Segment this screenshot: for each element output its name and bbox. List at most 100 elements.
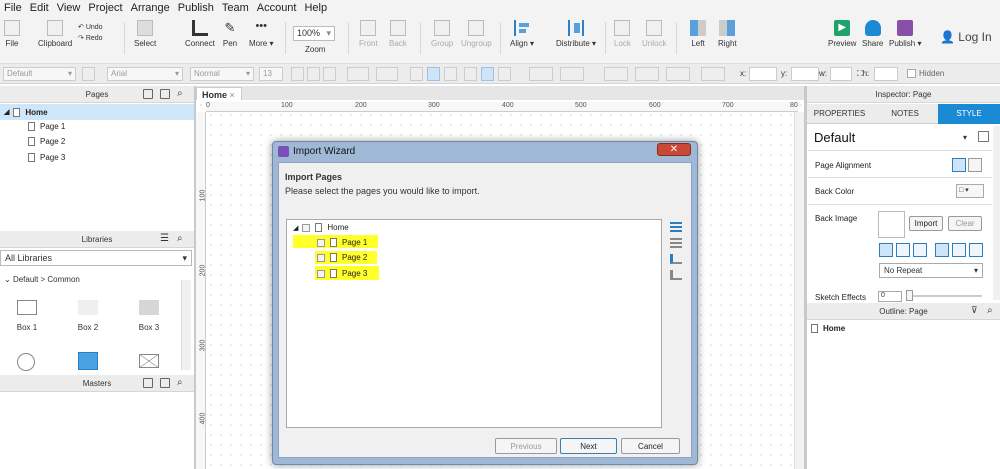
size-select[interactable]: 13: [259, 67, 283, 81]
align-left-page-button[interactable]: [952, 158, 966, 172]
lock-button[interactable]: Lock: [614, 20, 631, 48]
page-3-checkbox[interactable]: [317, 269, 325, 278]
preview-button[interactable]: ▶ Preview: [828, 20, 856, 48]
valign-bottom-button[interactable]: [498, 67, 511, 81]
import-item-page-3[interactable]: Page 3: [317, 269, 367, 278]
dialog-close-button[interactable]: ✕: [657, 143, 691, 156]
add-folder-icon[interactable]: [160, 378, 170, 388]
left-button[interactable]: Left: [690, 20, 706, 48]
box-1-thumbnail[interactable]: [17, 300, 37, 315]
collapse-icon[interactable]: ◢: [4, 108, 9, 116]
style-dropdown-icon[interactable]: ▾: [963, 133, 967, 142]
outline-item-home[interactable]: Home: [811, 324, 845, 333]
box-3-thumbnail[interactable]: [139, 300, 159, 315]
italic-button[interactable]: [307, 67, 320, 81]
ungroup-button[interactable]: Ungroup: [461, 20, 492, 48]
font-color-button[interactable]: [347, 67, 369, 81]
line-style-button[interactable]: [666, 67, 690, 81]
tab-notes[interactable]: NOTES: [872, 104, 938, 124]
style-edit-icon[interactable]: [82, 67, 95, 81]
tab-properties[interactable]: PROPERTIES: [807, 104, 872, 124]
back-button[interactable]: Back: [389, 20, 407, 48]
library-select[interactable]: All Libraries ▾: [0, 250, 192, 266]
group-button[interactable]: Group: [431, 20, 453, 48]
right-button[interactable]: Right: [718, 20, 737, 48]
menu-project[interactable]: Project: [84, 2, 126, 14]
menu-publish[interactable]: Publish: [174, 2, 218, 14]
file-button[interactable]: File: [4, 20, 20, 48]
menu-edit[interactable]: Edit: [26, 2, 53, 14]
page-item-page-1[interactable]: Page 1: [28, 122, 65, 131]
select-all-icon[interactable]: [670, 222, 682, 232]
zoom-select[interactable]: 100% ▾: [293, 26, 335, 41]
next-button[interactable]: Next: [560, 438, 617, 454]
image-align-right[interactable]: [913, 243, 927, 257]
library-group[interactable]: ⌄ Default > Common: [4, 275, 80, 284]
home-checkbox[interactable]: [302, 223, 311, 232]
publish-button[interactable]: Publish ▾: [889, 20, 921, 48]
hidden-checkbox[interactable]: [907, 69, 916, 78]
libraries-scrollbar[interactable]: [181, 280, 191, 370]
redo-button[interactable]: ↷ Redo: [78, 33, 103, 44]
login-button[interactable]: 👤 Log In: [940, 30, 992, 44]
image-align-left[interactable]: [879, 243, 893, 257]
bullets-button[interactable]: [376, 67, 398, 81]
align-right-button[interactable]: [444, 67, 457, 81]
connect-button[interactable]: Connect: [185, 20, 215, 48]
front-button[interactable]: Front: [359, 20, 378, 48]
import-image-button[interactable]: Import: [909, 216, 943, 231]
align-center-button[interactable]: [427, 67, 440, 81]
menu-arrange[interactable]: Arrange: [127, 2, 174, 14]
page-item-home[interactable]: ◢ Home: [0, 104, 194, 120]
clipboard-button[interactable]: Clipboard: [38, 20, 72, 48]
share-button[interactable]: Share: [862, 20, 883, 48]
edit-style-icon[interactable]: [978, 131, 989, 142]
deselect-all-icon[interactable]: [670, 238, 682, 248]
select-button[interactable]: Select: [134, 20, 156, 48]
image-align-center[interactable]: [896, 243, 910, 257]
cancel-button[interactable]: Cancel: [621, 438, 680, 454]
select-children-icon[interactable]: [670, 254, 682, 264]
w-input[interactable]: [830, 67, 852, 81]
unlock-button[interactable]: Unlock: [642, 20, 666, 48]
box-2-thumbnail[interactable]: [78, 300, 98, 315]
menu-account[interactable]: Account: [253, 2, 301, 14]
valign-top-button[interactable]: [464, 67, 477, 81]
menu-icon[interactable]: ☰: [160, 233, 169, 244]
close-icon[interactable]: ×: [230, 90, 235, 100]
search-icon[interactable]: ⌕: [987, 305, 993, 316]
pen-button[interactable]: ✎ Pen: [222, 20, 238, 48]
y-input[interactable]: [791, 67, 819, 81]
import-item-page-1[interactable]: Page 1: [317, 238, 367, 247]
align-center-page-button[interactable]: [968, 158, 982, 172]
align-left-button[interactable]: [410, 67, 423, 81]
valign-middle-button[interactable]: [481, 67, 494, 81]
menu-file[interactable]: File: [0, 2, 26, 14]
page-item-page-2[interactable]: Page 2: [28, 137, 65, 146]
image-valign-middle[interactable]: [952, 243, 966, 257]
add-folder-icon[interactable]: [160, 89, 170, 99]
add-master-icon[interactable]: [143, 378, 153, 388]
collapse-icon[interactable]: ◢: [293, 224, 298, 232]
x-input[interactable]: [749, 67, 777, 81]
inspector-scrollbar[interactable]: [993, 126, 1000, 300]
fill-color-button[interactable]: [529, 67, 553, 81]
deselect-children-icon[interactable]: [670, 270, 682, 280]
font-select[interactable]: Arial ▾: [107, 67, 183, 81]
menu-help[interactable]: Help: [300, 2, 331, 14]
menu-view[interactable]: View: [53, 2, 85, 14]
undo-button[interactable]: ↶ Undo: [78, 22, 103, 33]
page-2-checkbox[interactable]: [317, 253, 325, 262]
underline-button[interactable]: [323, 67, 336, 81]
style-select[interactable]: Default ▾: [3, 67, 76, 81]
canvas-scrollbar[interactable]: [794, 112, 804, 469]
more-button[interactable]: ••• More ▾: [249, 20, 273, 48]
page-item-page-3[interactable]: Page 3: [28, 153, 65, 162]
align-button[interactable]: Align ▾: [510, 20, 534, 48]
menu-team[interactable]: Team: [218, 2, 253, 14]
search-icon[interactable]: ⌕: [177, 377, 183, 388]
line-width-button[interactable]: [635, 67, 659, 81]
clear-image-button[interactable]: Clear: [948, 216, 982, 231]
tab-style[interactable]: STYLE: [938, 104, 1000, 124]
sketch-value-input[interactable]: 0: [878, 291, 902, 302]
